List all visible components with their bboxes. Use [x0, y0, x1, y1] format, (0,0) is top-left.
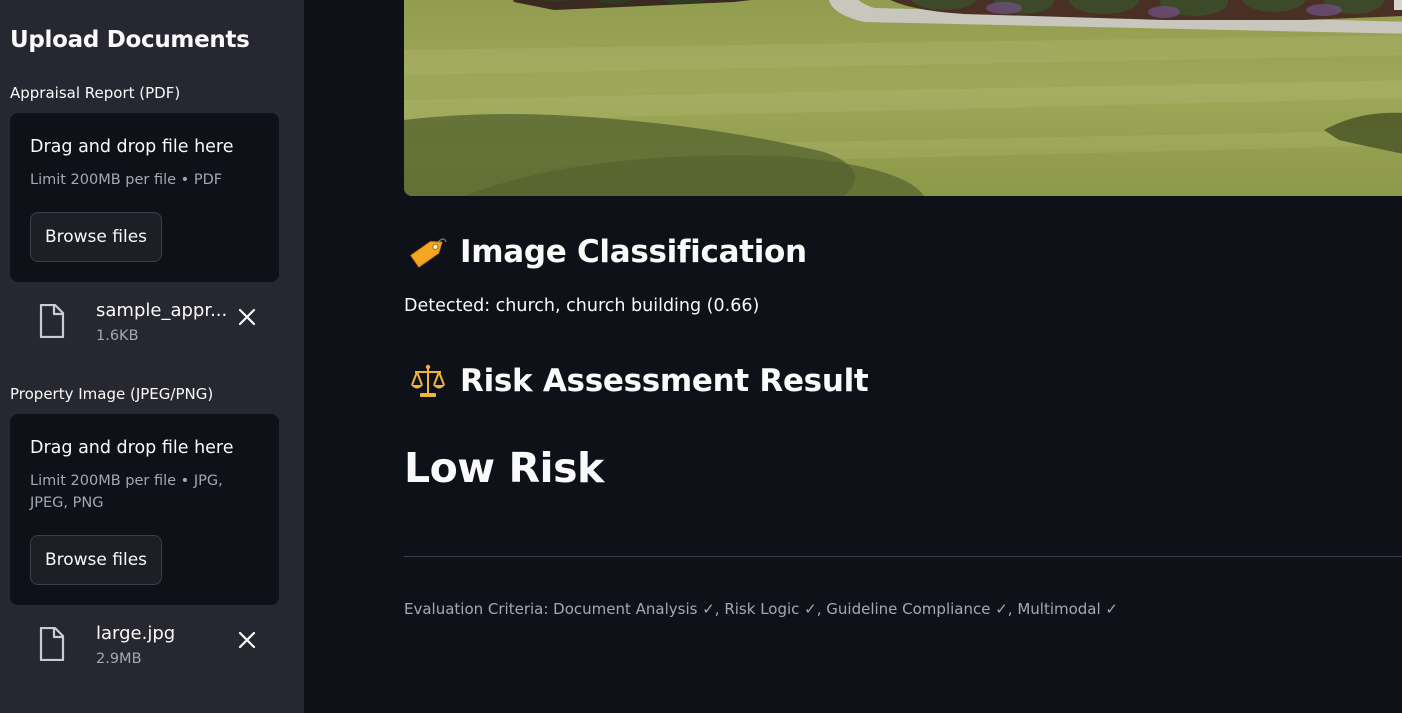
- main-content: Image Classification Detected: church, c…: [304, 0, 1402, 713]
- sidebar-title: Upload Documents: [10, 27, 250, 53]
- image-uploader-label: Property Image (JPEG/PNG): [10, 385, 214, 403]
- dropzone-limit: Limit 200MB per file • JPG, JPEG, PNG: [30, 473, 223, 511]
- classification-heading: Image Classification: [408, 232, 807, 272]
- close-icon[interactable]: [236, 629, 258, 651]
- divider: [404, 556, 1402, 557]
- file-size: 2.9MB: [96, 651, 142, 667]
- dropzone-limit: Limit 200MB per file • PDF: [30, 172, 223, 188]
- risk-heading: Risk Assessment Result: [408, 361, 869, 401]
- evaluation-criteria: Evaluation Criteria: Document Analysis ✓…: [404, 600, 1118, 618]
- file-size: 1.6KB: [96, 328, 139, 344]
- risk-level: Low Risk: [404, 444, 604, 492]
- browse-files-button[interactable]: Browse files: [30, 212, 162, 262]
- appraisal-uploader-label: Appraisal Report (PDF): [10, 84, 181, 102]
- detected-label: Detected: church, church building (0.66): [404, 296, 760, 316]
- tag-icon: [410, 238, 447, 268]
- file-name: large.jpg: [96, 623, 176, 644]
- risk-heading-text: Risk Assessment Result: [460, 363, 869, 399]
- uploaded-file-row: large.jpg 2.9MB: [10, 619, 279, 679]
- app: Upload Documents Appraisal Report (PDF) …: [0, 0, 1402, 713]
- file-name: sample_appr...: [96, 300, 228, 321]
- file-icon: [39, 627, 65, 661]
- classification-heading-text: Image Classification: [460, 234, 807, 270]
- file-icon: [39, 304, 65, 338]
- property-image: [404, 0, 1402, 196]
- appraisal-dropzone[interactable]: Drag and drop file here Limit 200MB per …: [10, 113, 279, 282]
- dropzone-title: Drag and drop file here: [30, 438, 234, 458]
- browse-files-button[interactable]: Browse files: [30, 535, 162, 585]
- sidebar: Upload Documents Appraisal Report (PDF) …: [0, 0, 304, 713]
- uploaded-file-row: sample_appr... 1.6KB: [10, 296, 279, 356]
- scales-icon: [411, 364, 445, 397]
- close-icon[interactable]: [236, 306, 258, 328]
- image-dropzone[interactable]: Drag and drop file here Limit 200MB per …: [10, 414, 279, 605]
- dropzone-title: Drag and drop file here: [30, 137, 234, 157]
